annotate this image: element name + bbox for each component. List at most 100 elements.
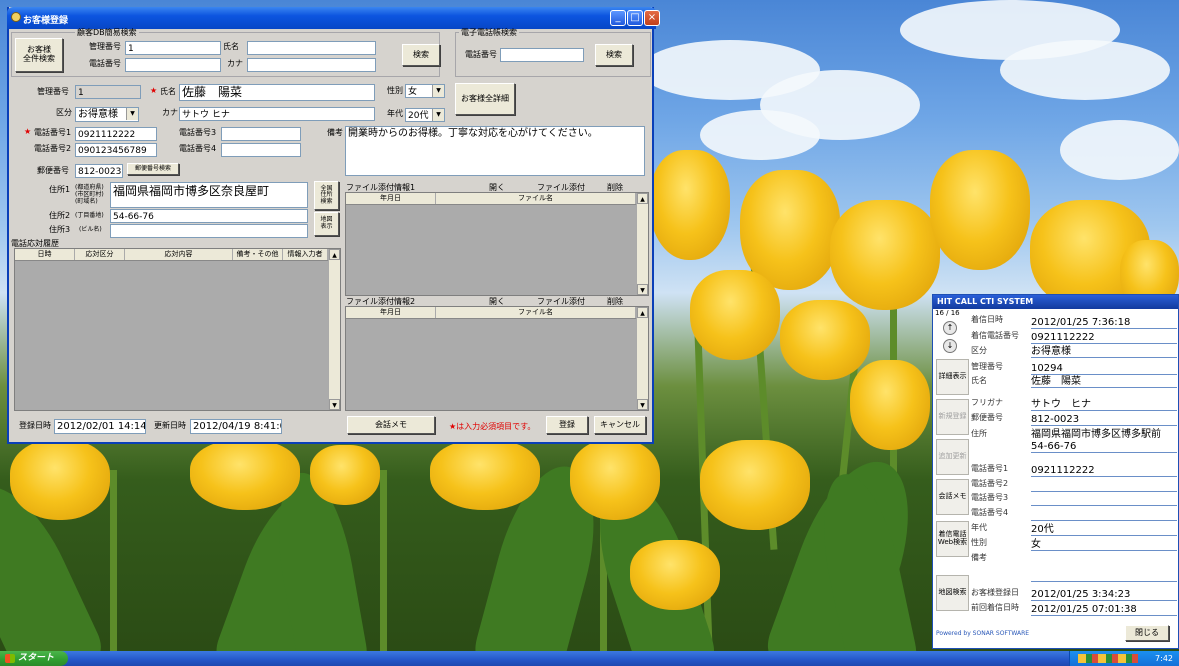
col-category[interactable]: 応対区分 xyxy=(75,249,125,260)
age-label: 年代 xyxy=(387,109,403,118)
col-date[interactable]: 年月日 xyxy=(346,307,436,318)
scroll-down-icon[interactable]: ▼ xyxy=(637,399,648,410)
system-tray: 7:42 xyxy=(1069,651,1179,666)
cancel-button[interactable]: キャンセル xyxy=(594,416,646,434)
cti-key: 備考 xyxy=(971,553,987,562)
phonebook-search-button[interactable]: 検索 xyxy=(595,44,633,66)
gender-select[interactable]: 女 ▼ xyxy=(405,84,445,98)
note-label: 備考 xyxy=(327,128,343,137)
phone1-input[interactable]: 0921112222 xyxy=(75,127,157,141)
tulip-flower xyxy=(700,440,810,530)
cti-append-update-button[interactable]: 追加更新 xyxy=(936,439,969,475)
col-notes[interactable]: 備考・その他 xyxy=(233,249,283,260)
phone2-input[interactable]: 090123456789 xyxy=(75,143,157,157)
call-history-grid[interactable]: 日時 応対区分 応対内容 備考・その他 情報入力者 ▲ ▼ xyxy=(14,248,341,411)
map-display-button[interactable]: 地図 表示 xyxy=(314,212,339,236)
search-kana-input[interactable] xyxy=(247,58,376,72)
zip-search-button[interactable]: 郵便番号検索 xyxy=(127,163,179,175)
gender-label: 性別 xyxy=(387,86,403,95)
files2-scrollbar[interactable]: ▲ ▼ xyxy=(636,307,648,410)
cti-new-register-button[interactable]: 新規登録 xyxy=(936,399,969,435)
col-filename[interactable]: ファイル名 xyxy=(436,307,636,318)
files1-delete-button[interactable]: 削除 xyxy=(607,184,623,192)
db-search-group-title: 顧客DB簡易検索 xyxy=(75,28,139,37)
cti-map-search-button[interactable]: 地図検索 xyxy=(936,575,969,611)
cti-value: サトウ ヒナ xyxy=(1031,399,1177,411)
cti-value: 0921112222 xyxy=(1031,332,1177,344)
col-content[interactable]: 応対内容 xyxy=(125,249,233,260)
history-scrollbar[interactable]: ▲ ▼ xyxy=(328,249,340,410)
kana-input[interactable]: サトウ ヒナ xyxy=(179,107,375,121)
window-titlebar[interactable]: お客様登録 _ □ × xyxy=(7,7,660,29)
col-entered-by[interactable]: 情報入力者 xyxy=(283,249,328,260)
cti-close-button[interactable]: 閉じる xyxy=(1125,625,1169,641)
category-select[interactable]: お得意様 ▼ xyxy=(75,107,139,122)
mgmt-number-label: 管理番号 xyxy=(89,42,121,51)
col-datetime[interactable]: 日時 xyxy=(15,249,75,260)
close-icon[interactable]: × xyxy=(644,10,660,26)
cti-key: 電話番号1 xyxy=(971,464,1009,473)
name-label: 氏名 xyxy=(160,87,176,96)
cti-key: 電話番号3 xyxy=(971,493,1009,502)
nationwide-address-search-button[interactable]: 全国 住所 検索 xyxy=(314,181,339,210)
cti-web-search-button[interactable]: 着信電話 Web検索 xyxy=(936,521,969,557)
scroll-down-icon[interactable]: ▼ xyxy=(329,399,340,410)
phone4-input[interactable] xyxy=(221,143,301,157)
call-history-header: 日時 応対区分 応対内容 備考・その他 情報入力者 xyxy=(15,249,328,261)
tulip-flower xyxy=(630,540,720,610)
mgmt-number-field: 1 xyxy=(75,85,141,99)
customer-full-detail-button[interactable]: お客様全詳細 xyxy=(455,83,515,115)
cti-value: 10294 xyxy=(1031,363,1177,375)
scroll-up-icon[interactable]: ▲ xyxy=(637,307,648,318)
cloud xyxy=(700,110,820,160)
files2-attach-button[interactable]: ファイル添付 xyxy=(537,298,585,306)
cti-up-arrow-icon[interactable]: ↑ xyxy=(943,321,957,335)
all-customers-search-button[interactable]: お客様 全件検索 xyxy=(15,38,63,72)
phonebook-phone-input[interactable] xyxy=(500,48,584,62)
scroll-down-icon[interactable]: ▼ xyxy=(637,284,648,295)
files2-grid[interactable]: 年月日 ファイル名 ▲ ▼ xyxy=(345,306,649,411)
cti-title: HIT CALL CTI SYSTEM xyxy=(933,295,1178,309)
col-filename[interactable]: ファイル名 xyxy=(436,193,636,204)
addr2-input[interactable]: 54-66-76 xyxy=(110,209,308,223)
category-label: 区分 xyxy=(56,108,72,117)
conversation-memo-button[interactable]: 会話メモ xyxy=(347,416,435,434)
db-search-button[interactable]: 検索 xyxy=(402,44,440,66)
cti-key: 着信電話番号 xyxy=(971,331,1019,340)
phonebook-group-title: 電子電話帳検索 xyxy=(459,28,519,37)
cti-detail-button[interactable]: 詳細表示 xyxy=(936,359,969,395)
files2-open-button[interactable]: 開く xyxy=(489,298,505,306)
age-select[interactable]: 20代 ▼ xyxy=(405,108,445,122)
register-button[interactable]: 登録 xyxy=(546,416,588,434)
phone3-input[interactable] xyxy=(221,127,301,141)
files1-grid[interactable]: 年月日 ファイル名 ▲ ▼ xyxy=(345,192,649,296)
cti-down-arrow-icon[interactable]: ↓ xyxy=(943,339,957,353)
addr1-input[interactable]: 福岡県福岡市博多区奈良屋町 xyxy=(110,182,308,208)
cti-value: お得意様 xyxy=(1031,346,1177,358)
files1-open-button[interactable]: 開く xyxy=(489,184,505,192)
scroll-up-icon[interactable]: ▲ xyxy=(637,193,648,204)
tulip-stem xyxy=(110,470,117,666)
col-date[interactable]: 年月日 xyxy=(346,193,436,204)
tray-icons[interactable] xyxy=(1078,654,1138,663)
files1-attach-button[interactable]: ファイル添付 xyxy=(537,184,585,192)
name-input[interactable]: 佐藤 陽菜 xyxy=(179,84,375,101)
files2-header: 年月日 ファイル名 xyxy=(346,307,636,319)
addr3-input[interactable] xyxy=(110,224,308,238)
name-label: 氏名 xyxy=(223,42,239,51)
note-textarea[interactable]: 開業時からのお得様。丁寧な対応を心がけてください。 xyxy=(345,126,645,176)
files1-scrollbar[interactable]: ▲ ▼ xyxy=(636,193,648,295)
maximize-icon[interactable]: □ xyxy=(627,10,643,26)
start-button[interactable]: スタート xyxy=(0,651,68,666)
search-name-input[interactable] xyxy=(247,41,376,55)
files2-delete-button[interactable]: 削除 xyxy=(607,298,623,306)
cti-memo-button[interactable]: 会話メモ xyxy=(936,479,969,515)
star-icon: ★ xyxy=(24,127,32,136)
cti-value: 福岡県福岡市博多区博多駅前 xyxy=(1031,429,1161,440)
search-phone-input[interactable] xyxy=(125,58,221,72)
search-mgmt-number-input[interactable]: 1 xyxy=(125,41,221,55)
scroll-up-icon[interactable]: ▲ xyxy=(329,249,340,260)
minimize-icon[interactable]: _ xyxy=(610,10,626,26)
zip-input[interactable]: 812-0023 xyxy=(75,164,123,178)
reg-datetime-field: 2012/02/01 14:14:00 xyxy=(54,419,146,434)
